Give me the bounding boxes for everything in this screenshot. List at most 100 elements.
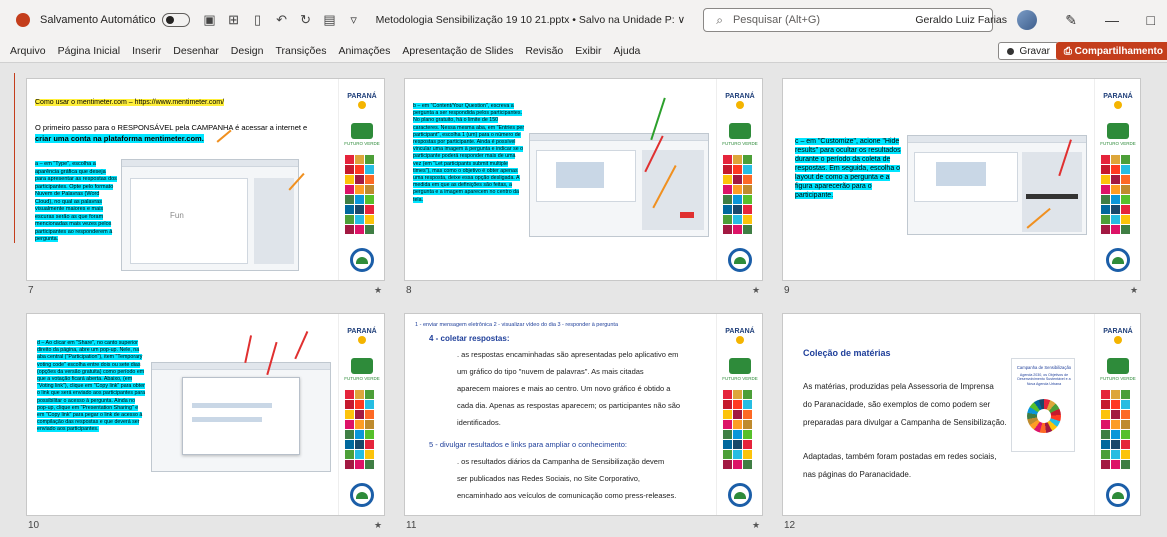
arrow-mark [244,335,252,363]
seal-logo [1106,483,1130,507]
parana-logo: PARANÁ [1100,328,1136,345]
slide-7-title: Como usar o mentimeter.com – https://www… [35,99,225,106]
slide-11[interactable]: 1 - enviar mensagem eletrônica 2 - visua… [404,313,763,516]
parana-logo: PARANÁ [344,93,380,110]
slide-11-heading-4: 4 - coletar respostas: [429,334,510,343]
menu-desenhar[interactable]: Desenhar [173,45,219,57]
menu-inserir[interactable]: Inserir [132,45,161,57]
share-label: Compartilhamento [1074,45,1163,57]
slide-9[interactable]: c – em "Customize", acione "Hide results… [782,78,1141,281]
parana-logo: PARANÁ [344,328,380,345]
search-icon: ⌕ [716,12,723,27]
powerpoint-logo-icon [16,13,30,27]
slide-11-p4-line: . as respostas encaminhadas são apresent… [457,350,679,359]
poster-subtitle: Agenda 2030, os Objetivos de Desenvolvim… [1017,373,1071,386]
slide-8[interactable]: b – em "Content/Your Question", escreva … [404,78,763,281]
slide-9-body: c – em "Customize", acione "Hide results… [795,138,901,199]
undo-icon[interactable]: ↶ [273,11,291,29]
futuro-verde-logo [351,358,373,374]
maximize-icon[interactable]: □ [1147,12,1155,28]
slide-11-steps-header: 1 - enviar mensagem eletrônica 2 - visua… [415,322,619,328]
slide-sidebar: PARANÁ FUTURO VERDE [716,79,762,280]
slide-number-8: 8 [406,285,412,296]
futuro-verde-label: FUTURO VERDE [1100,376,1136,381]
futuro-verde-label: FUTURO VERDE [722,141,758,146]
pen-icon[interactable]: ✎ [1065,12,1077,29]
transition-star-icon[interactable]: ★ [752,285,760,296]
slide-7-line2: criar uma conta na plataforma mentimeter… [35,134,204,143]
poster-title: Campanha de Sensibilização [1016,365,1072,370]
save-icon[interactable]: ▣ [201,11,219,29]
slide-11-p5-line: . os resultados diários da Campanha de S… [457,457,665,466]
slide-8-screenshot [529,133,709,237]
seal-logo [350,483,374,507]
seal-logo [728,483,752,507]
slide-number-11: 11 [406,520,417,531]
layout-icon[interactable]: ⊞ [225,11,243,29]
slide-12[interactable]: Coleção de matérias As matérias, produzi… [782,313,1141,516]
transition-star-icon[interactable]: ★ [1130,285,1138,296]
seal-logo [728,248,752,272]
slide-8-body: b – em "Content/Your Question", escreva … [413,103,525,203]
parana-logo: PARANÁ [722,93,758,110]
record-icon [1007,47,1015,55]
avatar[interactable] [1017,10,1037,30]
customize-toolbar-icon[interactable]: ▿ [345,11,363,29]
arrow-mark [294,331,308,360]
slide-12-heading: Coleção de matérias [803,348,891,358]
new-doc-icon[interactable]: ▯ [249,11,267,29]
autosave-toggle[interactable] [161,13,190,27]
slide-10-body: d – Ao clicar em "Share", no canto super… [37,340,146,433]
record-button[interactable]: Gravar [998,42,1059,60]
slide-11-p4-line: um gráfico do tipo "nuvem de palavras". … [457,367,644,376]
save-as-icon[interactable]: ▤ [321,11,339,29]
futuro-verde-logo [729,123,751,139]
futuro-verde-logo [729,358,751,374]
slide-7[interactable]: Como usar o mentimeter.com – https://www… [26,78,385,281]
menu-revisao[interactable]: Revisão [525,45,563,57]
futuro-verde-label: FUTURO VERDE [344,376,380,381]
futuro-verde-label: FUTURO VERDE [1100,141,1136,146]
slide-sidebar: PARANÁ FUTURO VERDE [1094,79,1140,280]
futuro-verde-label: FUTURO VERDE [344,141,380,146]
slide-10[interactable]: d – Ao clicar em "Share", no canto super… [26,313,385,516]
document-name[interactable]: Metodologia Sensibilização 19 10 21.pptx… [376,14,686,26]
slide-12-p1-line: As matérias, produzidas pela Assessoria … [803,382,994,391]
slide-sorter: Como usar o mentimeter.com – https://www… [0,62,1167,537]
user-name[interactable]: Geraldo Luiz Farias [915,14,1007,26]
menu-exibir[interactable]: Exibir [575,45,601,57]
slide-7-screenshot: Fun [121,159,299,271]
share-button[interactable]: ⎙ Compartilhamento [1055,42,1167,60]
futuro-verde-label: FUTURO VERDE [722,376,758,381]
menu-animacoes[interactable]: Animações [338,45,390,57]
slide-10-screenshot [151,362,331,472]
menu-apresentacao[interactable]: Apresentação de Slides [402,45,513,57]
menu-pagina-inicial[interactable]: Página Inicial [58,45,120,57]
slide-9-screenshot [907,135,1087,235]
seal-logo [350,248,374,272]
slide-12-p2-line: Adaptadas, também foram postadas em rede… [803,452,997,461]
search-placeholder: Pesquisar (Alt+G) [732,14,821,26]
transition-star-icon[interactable]: ★ [374,285,382,296]
futuro-verde-logo [1107,358,1129,374]
slide-11-p4-line: identificados. [457,418,501,427]
transition-star-icon[interactable]: ★ [752,520,760,531]
menu-transicoes[interactable]: Transições [275,45,326,57]
record-label: Gravar [1019,45,1050,57]
seal-logo [1106,248,1130,272]
word-cloud-sample: Fun [170,211,184,220]
slide-11-p5-line: ser publicados nas Redes Sociais, no Sit… [457,474,641,483]
redo-icon[interactable]: ↻ [297,11,315,29]
parana-logo: PARANÁ [1100,93,1136,110]
title-bar: Salvamento Automático ▣ ⊞ ▯ ↶ ↻ ▤ ▿ Meto… [0,0,1167,40]
transition-star-icon[interactable]: ★ [374,520,382,531]
slide-11-p4-line: aparecem maiores e mais ao centro. Um no… [457,384,671,393]
slide-number-10: 10 [28,520,40,531]
menu-arquivo[interactable]: Arquivo [10,45,46,57]
slide-12-p2-line: nas páginas do Paranacidade. [803,470,912,479]
futuro-verde-logo [1107,123,1129,139]
menu-design[interactable]: Design [231,45,264,57]
menu-ajuda[interactable]: Ajuda [614,45,641,57]
slide-number-7: 7 [28,285,34,296]
minimize-icon[interactable]: — [1105,12,1119,28]
